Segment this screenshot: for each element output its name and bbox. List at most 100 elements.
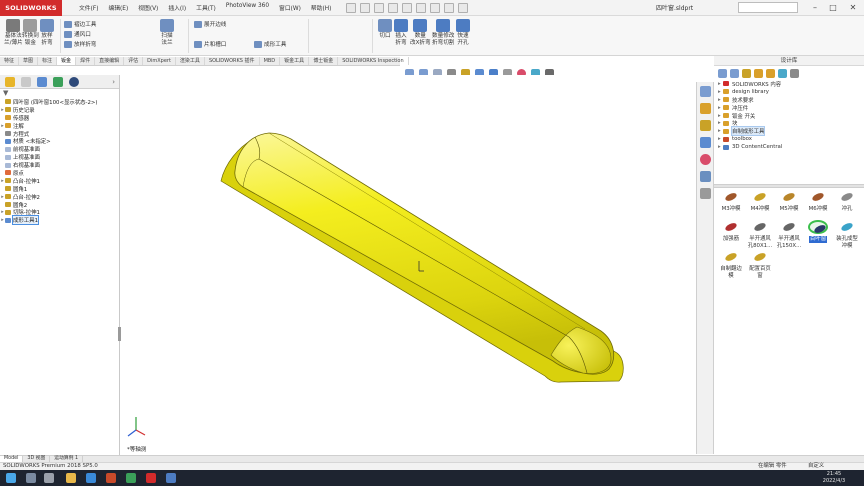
tab-2[interactable]: 标注 xyxy=(38,57,58,65)
feature-tree-item[interactable]: 圆角2 xyxy=(0,201,119,209)
search-taskbar-icon[interactable] xyxy=(26,473,36,483)
forming-tool-item[interactable]: 配置百页 窗 xyxy=(743,250,777,279)
tab-5[interactable]: 直接编辑 xyxy=(95,57,125,65)
feature-tree-item[interactable]: 上视基准面 xyxy=(0,153,119,161)
tab-12[interactable]: 博士钣金 xyxy=(309,57,339,65)
panel-splitter[interactable] xyxy=(714,184,864,188)
menu-item-0[interactable]: 文件(F) xyxy=(74,3,103,12)
system-clock[interactable]: 21:45 2022/4/3 xyxy=(808,471,860,484)
forum-icon[interactable] xyxy=(699,188,711,199)
feature-tree-tab-icon[interactable] xyxy=(5,76,15,87)
save-icon[interactable] xyxy=(388,2,399,13)
design-library-folder[interactable]: ▸ 技术要求 xyxy=(718,96,864,104)
ribbon-button-17[interactable]: 数量 改X折弯 xyxy=(410,19,431,46)
new-file-icon[interactable] xyxy=(360,2,371,13)
open-file-icon[interactable] xyxy=(374,2,385,13)
dimxpert-tab-icon[interactable] xyxy=(53,76,63,87)
tab-9[interactable]: SOLIDWORKS 插件 xyxy=(205,57,260,65)
menu-item-7[interactable]: 帮助(H) xyxy=(306,3,336,12)
coordinate-triad[interactable] xyxy=(127,417,146,437)
menu-item-1[interactable]: 编辑(E) xyxy=(103,3,133,12)
feature-tree-item[interactable]: 右视基准面 xyxy=(0,161,119,169)
tab-13[interactable]: SOLIDWORKS Inspection xyxy=(338,57,409,65)
forward-icon[interactable] xyxy=(730,68,739,78)
recorder-taskbar-icon[interactable] xyxy=(166,473,176,483)
ribbon-small-button-4[interactable]: 片和槽口 xyxy=(194,40,226,48)
search-input[interactable] xyxy=(738,2,798,13)
feature-tree-item[interactable]: ▸ 凸台-拉伸1 xyxy=(0,177,119,185)
minimize-icon[interactable]: – xyxy=(808,2,822,13)
menu-item-2[interactable]: 视图(V) xyxy=(133,3,163,12)
menu-item-5[interactable]: PhotoView 360 xyxy=(221,3,274,12)
view-palette-icon[interactable] xyxy=(699,137,711,148)
ribbon-button-3[interactable]: 扫描 法兰 xyxy=(160,19,174,46)
configuration-tab-icon[interactable] xyxy=(37,76,47,87)
unit-system[interactable]: 自定义 xyxy=(808,463,824,470)
ribbon-small-button-1[interactable]: 通风口 xyxy=(64,30,91,38)
design-library-folder[interactable]: ▸ 自制成形工具 xyxy=(718,126,864,137)
app-taskbar-icon[interactable] xyxy=(106,473,116,483)
solidworks-resources-icon[interactable] xyxy=(699,86,711,97)
tree-root[interactable]: 四叶窗 (四叶窗100<显示状态-2>) xyxy=(0,98,119,106)
ribbon-small-button-0[interactable]: 褶边工具 xyxy=(64,20,96,28)
tab-0[interactable]: 特征 xyxy=(0,57,20,65)
tab-4[interactable]: 焊件 xyxy=(76,57,96,65)
design-library-folder[interactable]: ▸ 3D ContentCentral xyxy=(718,143,864,151)
create-folder-icon[interactable] xyxy=(766,68,775,78)
appearances-icon[interactable] xyxy=(699,154,711,165)
start-icon[interactable] xyxy=(6,473,16,483)
ribbon-button-0[interactable]: 基体法 兰/薄片 xyxy=(4,19,23,46)
ribbon-button-18[interactable]: 数量修改 折弯切割 xyxy=(432,19,454,46)
ribbon-small-button-2[interactable]: 放样折弯 xyxy=(64,40,96,48)
forming-tool-item[interactable]: 冲孔 xyxy=(830,190,864,213)
ribbon-button-15[interactable]: 切口 xyxy=(378,19,392,40)
feature-tree-item[interactable]: ▸ 成形工具1 xyxy=(0,215,119,226)
tab-3[interactable]: 钣金 xyxy=(57,57,77,65)
property-manager-tab-icon[interactable] xyxy=(21,76,31,87)
add-to-library-icon[interactable] xyxy=(742,68,751,78)
ribbon-button-19[interactable]: 快速 开孔 xyxy=(456,19,470,46)
feature-tree-item[interactable]: ▸ 凸台-拉伸2 xyxy=(0,193,119,201)
ribbon-small-button-3[interactable]: 展开边线 xyxy=(194,20,226,28)
tab-1[interactable]: 草图 xyxy=(19,57,39,65)
forming-tool-item[interactable]: 装孔成型 冲模 xyxy=(830,220,864,249)
custom-properties-icon[interactable] xyxy=(699,171,711,182)
feature-tree-item[interactable]: ▸ 历史记录 xyxy=(0,106,119,114)
menu-item-3[interactable]: 插入(I) xyxy=(163,3,191,12)
select-icon[interactable] xyxy=(430,2,441,13)
filter-icon[interactable]: ▼ xyxy=(0,89,119,98)
feature-tree-item[interactable]: 圆角1 xyxy=(0,185,119,193)
expand-icon[interactable]: › xyxy=(112,78,115,86)
graphics-area[interactable]: *等轴测 xyxy=(121,75,696,455)
close-icon[interactable]: ✕ xyxy=(846,2,860,13)
feature-tree-item[interactable]: 原点 xyxy=(0,169,119,177)
feature-tree-item[interactable]: 传感器 xyxy=(0,114,119,122)
task-view-icon[interactable] xyxy=(44,473,54,483)
file-explorer-icon[interactable] xyxy=(699,120,711,131)
design-library-folder[interactable]: ▸ SOLIDWORKS 内容 xyxy=(718,80,864,88)
add-file-location-icon[interactable] xyxy=(754,68,763,78)
design-library-folder[interactable]: ▸ 冲压件 xyxy=(718,104,864,112)
tab-6[interactable]: 评估 xyxy=(124,57,144,65)
feature-tree-item[interactable]: 前视基准面 xyxy=(0,145,119,153)
file-explorer-taskbar-icon[interactable] xyxy=(66,473,76,483)
maximize-icon[interactable]: □ xyxy=(826,2,840,13)
design-library-folder[interactable]: ▸ toolbox xyxy=(718,135,864,143)
feature-tree-item[interactable]: ▸ 注解 xyxy=(0,122,119,130)
undo-icon[interactable] xyxy=(416,2,427,13)
design-library-folder[interactable]: ▸ 钣金 开关 xyxy=(718,112,864,120)
back-icon[interactable] xyxy=(718,68,727,78)
design-library-folder[interactable]: ▸ 块 xyxy=(718,119,864,127)
pin-icon[interactable] xyxy=(790,68,799,78)
part-model[interactable] xyxy=(121,75,696,455)
print-icon[interactable] xyxy=(402,2,413,13)
chat-taskbar-icon[interactable] xyxy=(126,473,136,483)
feature-tree-item[interactable]: ▸ 切除-拉伸1 xyxy=(0,208,119,216)
refresh-icon[interactable] xyxy=(778,68,787,78)
options-icon[interactable] xyxy=(458,2,469,13)
ribbon-button-16[interactable]: 插入 折弯 xyxy=(394,19,408,46)
design-library-icon[interactable] xyxy=(699,103,711,114)
rebuild-icon[interactable] xyxy=(444,2,455,13)
tab-8[interactable]: 渲染工具 xyxy=(176,57,205,65)
browser-taskbar-icon[interactable] xyxy=(86,473,96,483)
